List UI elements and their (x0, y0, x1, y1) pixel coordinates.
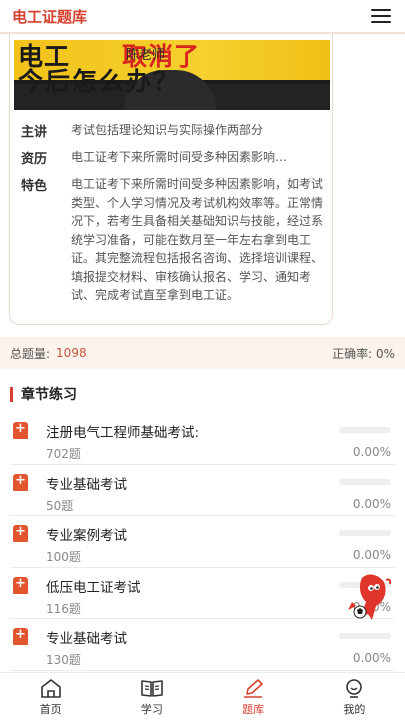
progress-percent: 0.00% (352, 496, 391, 511)
info-key: 资历 (21, 152, 48, 167)
tab-label: 首页 (39, 703, 62, 716)
tab-label: 题库 (242, 703, 265, 716)
info-row-lecturer: 主讲 考试包括理论知识与实际操作两部分 (21, 121, 333, 140)
accuracy: 正确率: 0% (332, 345, 395, 362)
home-icon (40, 679, 61, 698)
info-key: 特色 (21, 179, 48, 194)
accuracy-value: 0% (375, 346, 395, 361)
stats-strip: 总题量: 1098 正确率: 0% (0, 337, 405, 369)
tab-question-bank[interactable]: 题库 (203, 673, 304, 720)
question-count: 130题 (46, 653, 81, 667)
user-icon (346, 679, 363, 698)
question-count: 100题 (46, 550, 81, 564)
progress-percent: 0.00% (352, 445, 391, 459)
banner-headline-2: 今后怎么办？ (18, 67, 181, 96)
presenter-name: 陈老师 (126, 48, 166, 63)
pencil-icon (244, 679, 263, 698)
bookmark-icon (13, 576, 28, 594)
chapter-list: 注册电气工程师基础考试: 702题 0.00% 专业基础考试 50题 0.00%… (0, 413, 405, 671)
progress-bar (339, 633, 391, 639)
list-item[interactable]: 专业案例考试 100题 0.00% (10, 516, 395, 568)
list-item[interactable]: 专业基础考试 130题 0.00% (10, 619, 395, 671)
tab-home[interactable]: 首页 (0, 673, 101, 720)
info-value: 考试包括理论知识与实际操作两部分 (71, 123, 264, 137)
info-row-features: 特色 电工证考下来所需时间受多种因素影响，如考试类型、个人学习情况及考试机构效率… (21, 175, 333, 305)
chapter-heading: 章节练习 (10, 385, 77, 403)
question-count: 50题 (46, 498, 74, 513)
info-key: 主讲 (21, 125, 48, 140)
tab-label: 学习 (140, 703, 163, 716)
bookmark-icon (13, 627, 28, 645)
bookmark-icon (13, 421, 28, 439)
instructor-card: 电工 取消了 今后怎么办？ 陈老师 主讲 考试包括理论知识与实际操作两部分 资历 … (9, 34, 333, 325)
info-row-experience: 资历 电工证考下来所需时间受多种因素影响… (21, 148, 333, 167)
list-item[interactable]: 低压电工证考试 116题 0.00% (10, 568, 395, 619)
chapter-title: 低压电工证考试 (46, 579, 141, 596)
heading-accent-bar (10, 386, 13, 402)
list-item[interactable]: 专业基础考试 50题 0.00% (10, 465, 395, 516)
progress-bar (339, 530, 391, 536)
info-value: 电工证考下来所需时间受多种因素影响… (71, 150, 288, 164)
question-count: 702题 (46, 447, 81, 461)
progress-bar (339, 427, 391, 433)
tab-mine[interactable]: 我的 (304, 673, 405, 720)
total-label: 总题量: (10, 346, 51, 361)
info-value: 电工证考下来所需时间受多种因素影响，如考试类型、个人学习情况及考试机构效率等。正… (71, 177, 324, 302)
chapter-heading-text: 章节练习 (21, 387, 77, 403)
progress-percent: 0.00% (352, 548, 391, 562)
mascot-float-button[interactable] (346, 572, 394, 624)
top-bar: 电工证题库 (0, 0, 405, 34)
bottom-nav: 首页 学习 题库 我的 (0, 672, 405, 720)
progress-percent: 0.00% (352, 651, 391, 665)
progress-bar (339, 478, 391, 485)
total-count: 1098 (56, 346, 87, 360)
chapter-title: 专业案例考试 (46, 528, 127, 544)
app-title: 电工证题库 (12, 7, 88, 26)
video-banner[interactable]: 电工 取消了 今后怎么办？ 陈老师 (14, 40, 330, 110)
tab-study[interactable]: 学习 (101, 673, 202, 720)
chapter-title: 专业基础考试 (46, 631, 127, 647)
question-count: 116题 (46, 601, 81, 616)
chapter-title: 专业基础考试 (46, 476, 127, 493)
accuracy-label: 正确率: (332, 346, 373, 361)
list-item[interactable]: 注册电气工程师基础考试: 702题 0.00% (10, 413, 395, 465)
bookmark-icon (13, 524, 28, 542)
mascot-icon (348, 574, 392, 620)
chapter-title: 注册电气工程师基础考试: (46, 425, 200, 441)
menu-icon[interactable] (371, 9, 391, 23)
book-icon (141, 680, 163, 697)
tab-label: 我的 (343, 703, 366, 716)
bookmark-icon (13, 473, 28, 491)
